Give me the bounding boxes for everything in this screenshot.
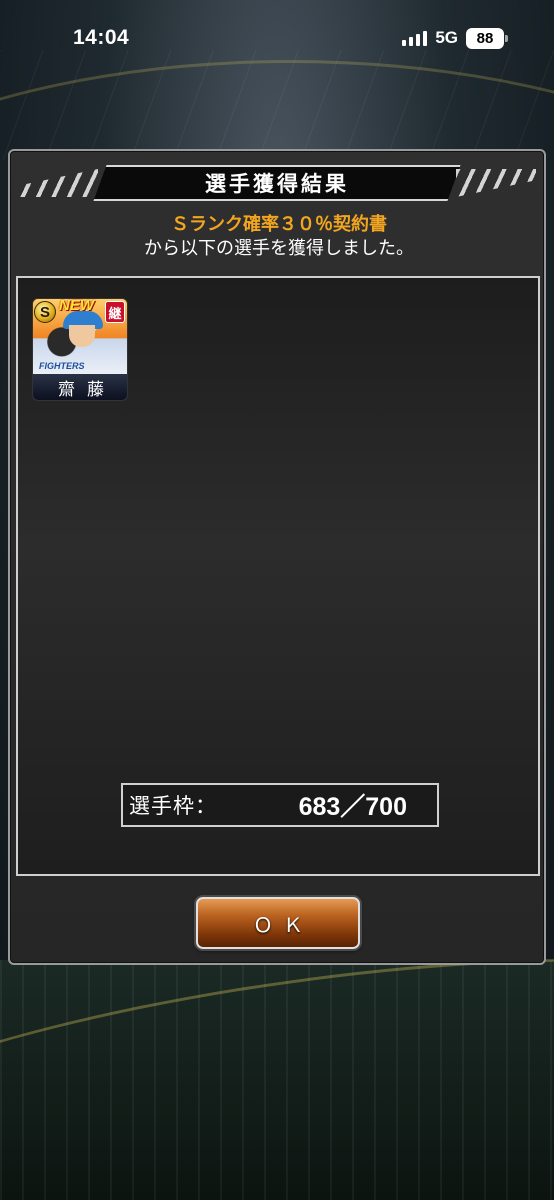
- inherit-badge: 継: [105, 301, 125, 323]
- ok-button[interactable]: ＯＫ: [196, 897, 360, 949]
- capacity-label: 選手枠：: [129, 794, 217, 818]
- cellular-signal-icon: [402, 30, 428, 46]
- status-bar: 14:04 5G 88: [0, 0, 554, 76]
- status-indicators: 5G 88: [402, 27, 508, 49]
- contract-item-name: Ｓランク確率３０％契約書: [171, 214, 387, 235]
- player-capacity: 選手枠： 683／700: [121, 783, 439, 827]
- capacity-value: 683／700: [298, 793, 407, 821]
- dialog-title: 選手獲得結果: [205, 172, 349, 196]
- result-message: Ｓランク確率３０％契約書 から以下の選手を獲得しました。: [10, 213, 548, 261]
- result-message-text: から以下の選手を獲得しました。: [144, 238, 414, 259]
- stadium-seats: [0, 960, 554, 1200]
- acquired-players-panel: FIGHTERS 齋藤 S NEW 継 選手枠： 683／700: [16, 276, 540, 876]
- status-time: 14:04: [73, 26, 130, 49]
- player-face: [69, 325, 95, 347]
- player-name: 齋藤: [33, 374, 127, 400]
- player-card[interactable]: FIGHTERS 齋藤 S NEW 継: [32, 298, 128, 401]
- new-badge: NEW: [59, 298, 94, 314]
- team-logo-text: FIGHTERS: [39, 361, 85, 371]
- result-dialog: 選手獲得結果 Ｓランク確率３０％契約書 から以下の選手を獲得しました。 FIGH…: [8, 149, 546, 965]
- dialog-title-bar: 選手獲得結果: [18, 165, 536, 201]
- battery-level: 88: [476, 29, 494, 47]
- battery-icon: 88: [466, 27, 508, 49]
- network-type: 5G: [435, 28, 458, 47]
- rank-badge: S: [34, 301, 56, 323]
